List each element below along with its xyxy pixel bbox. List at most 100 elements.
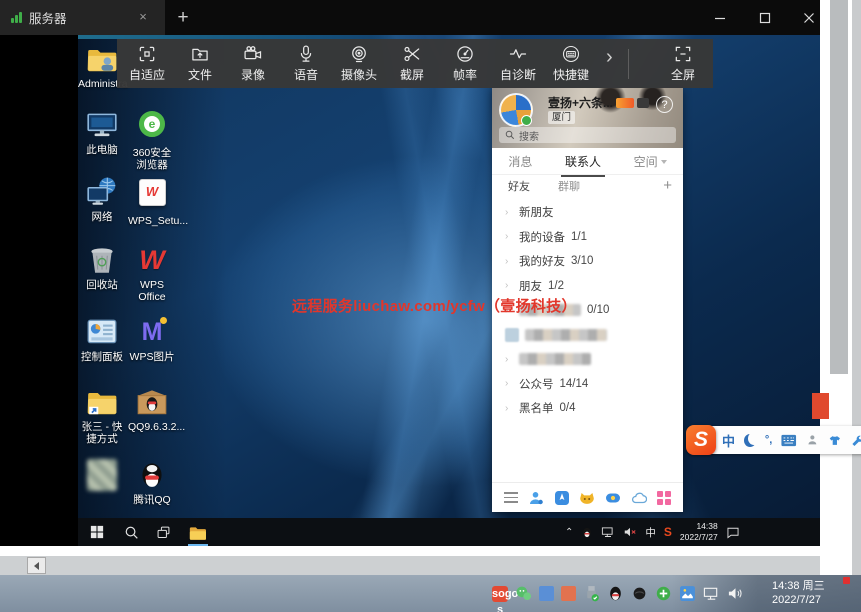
action-center-icon[interactable] [726,526,740,539]
desktop-icon-wps-setup[interactable]: W WPS_Setu... [128,175,176,227]
desktop-icon-label: 腾讯QQ [128,494,176,506]
punctuation-toggle[interactable]: °, [765,434,772,446]
help-icon[interactable]: ? [656,96,673,113]
windows-start-icon [90,525,104,539]
qq-penguin-tray-icon[interactable] [581,526,593,539]
speaker-icon[interactable] [727,585,744,602]
tray-expand-icon[interactable]: ⌃ [565,527,573,538]
qq-bottom-toolbar [492,482,683,512]
vertical-scrollbar-thumb[interactable] [830,0,848,374]
contact-group-row[interactable]: ›我的设备1/1 [492,225,683,250]
host-clock[interactable]: 14:38 周三 2022/7/27 [772,579,825,608]
sogou-tray-icon[interactable]: S [664,525,672,539]
toolbar-more-button[interactable]: › [604,47,615,81]
network-monitor-icon[interactable] [601,526,615,538]
subtab-groups[interactable]: 群聊 [558,178,580,194]
qq-avatar[interactable] [499,93,533,127]
desktop-icon-this-pc[interactable]: 此电脑 [78,108,126,156]
toolbar-button-hotkeys[interactable]: 快捷键 [551,44,591,83]
tab-space[interactable]: 空间 [634,153,667,170]
chevron-right-icon: › [505,256,513,267]
photo-viewer-icon[interactable] [679,585,696,602]
session-tab[interactable]: 服务器 × [0,0,165,35]
desktop-icon-wps-pictures[interactable]: M WPS图片 [128,315,176,363]
toolbox-wrench-icon[interactable] [850,433,861,447]
tab-close-icon[interactable]: × [135,9,151,25]
maximize-button[interactable] [748,0,782,35]
toolbar-separator [628,49,629,79]
remote-explorer-button[interactable] [182,518,212,546]
desktop-icon-control-panel[interactable]: 控制面板 [78,315,126,363]
toolbar-button-fit[interactable]: 自适应 [127,44,167,83]
contact-row-censored[interactable] [492,323,683,348]
orange-app-icon[interactable] [561,586,576,601]
horizontal-scrollbar[interactable] [0,556,820,575]
desktop-icon-network[interactable]: 网络 [78,175,126,223]
toolbar-button-voice[interactable]: 语音 [286,44,326,83]
desktop-icon-recycle-bin[interactable]: 回收站 [78,243,126,291]
blue-app-icon[interactable] [539,586,554,601]
cloud-file-icon[interactable] [631,490,647,506]
desktop-icon-360-browser[interactable]: e 360安全浏览器 [128,108,176,172]
usb-safe-remove-icon[interactable] [583,585,600,602]
input-mode-toggle[interactable]: 中 [722,431,735,450]
remote-viewer: Administra 此电脑 e 360安全浏览器 网络 W WPS [0,35,820,546]
game-center-icon[interactable] [605,490,621,506]
tab-messages[interactable]: 消息 [508,153,532,170]
minimize-button[interactable] [703,0,737,35]
contact-group-row[interactable]: ›我的好友3/10 [492,249,683,274]
network-monitor-icon[interactable] [703,585,720,602]
remote-desktop-wallpaper[interactable]: Administra 此电脑 e 360安全浏览器 网络 W WPS [78,35,820,546]
scroll-left-button[interactable] [27,557,46,574]
input-mode-indicator[interactable]: 中 [645,525,656,540]
moon-icon[interactable] [744,434,756,447]
level-badge-icon [637,98,649,108]
green-plus-icon[interactable] [655,585,672,602]
app-box-icon[interactable] [657,491,671,505]
qq-penguin-icon[interactable] [607,585,624,602]
toolbar-button-diagnose[interactable]: 自诊断 [498,44,538,83]
sogou-tray-icon[interactable]: sogou-s [492,586,508,602]
chevron-right-icon: › [505,280,513,291]
remote-clock[interactable]: 14:38 2022/7/27 [680,521,718,542]
desktop-icon-qq-installer[interactable]: QQ9.6.3.2... [128,385,176,433]
toolbar-button-camera[interactable]: 摄像头 [339,44,379,83]
qq-header-banner: 壹扬+六条... 厦门 ? 搜索 [492,88,683,148]
main-menu-icon[interactable] [504,492,518,503]
account-icon[interactable] [806,433,819,447]
game-fox-icon[interactable] [579,490,595,506]
desktop-icon-wps-office[interactable]: W WPS Office [128,243,176,304]
desktop-icon-label: QQ9.6.3.2... [128,421,176,433]
censored-avatar [505,328,519,342]
qq-installer-box-icon [135,385,169,419]
sogou-logo[interactable]: S [686,425,716,455]
contact-group-row[interactable]: ›新朋友 [492,200,683,225]
remote-start-button[interactable] [82,518,112,546]
speaker-muted-icon[interactable] [623,526,637,538]
skin-icon[interactable] [828,433,842,447]
toolbar-button-fullscreen[interactable]: 全屏 [663,44,703,83]
contact-manager-icon[interactable] [528,490,544,506]
toolbar-button-file[interactable]: 文件 [180,44,220,83]
arrow-left-icon [34,562,39,570]
contact-group-row[interactable]: ›公众号14/14 [492,372,683,397]
contact-group-row[interactable]: ›黑名单0/4 [492,396,683,421]
toolbar-button-screenshot[interactable]: 截屏 [392,44,432,83]
desktop-icon-tencent-qq[interactable]: 腾讯QQ [128,458,176,506]
new-tab-button[interactable]: + [170,5,196,31]
toolbar-button-framerate[interactable]: 帧率 [445,44,485,83]
soft-keyboard-icon[interactable] [781,434,796,447]
subtab-friends[interactable]: 好友 [508,178,530,194]
add-group-button[interactable]: + [663,176,672,196]
remote-search-button[interactable] [116,518,146,546]
remote-taskview-button[interactable] [148,518,178,546]
black-app-icon[interactable] [631,585,648,602]
toolbar-button-record[interactable]: 录像 [233,44,273,83]
desktop-icon-censored[interactable] [78,458,126,495]
contact-group-row-censored[interactable]: › [492,347,683,372]
tab-contacts[interactable]: 联系人 [565,153,601,170]
desktop-icon-zhangsan-shortcut[interactable]: 张三 - 快捷方式 [78,385,126,446]
wechat-icon[interactable] [515,585,532,602]
qq-search-input[interactable]: 搜索 [499,127,676,143]
qzone-icon[interactable] [554,490,570,506]
